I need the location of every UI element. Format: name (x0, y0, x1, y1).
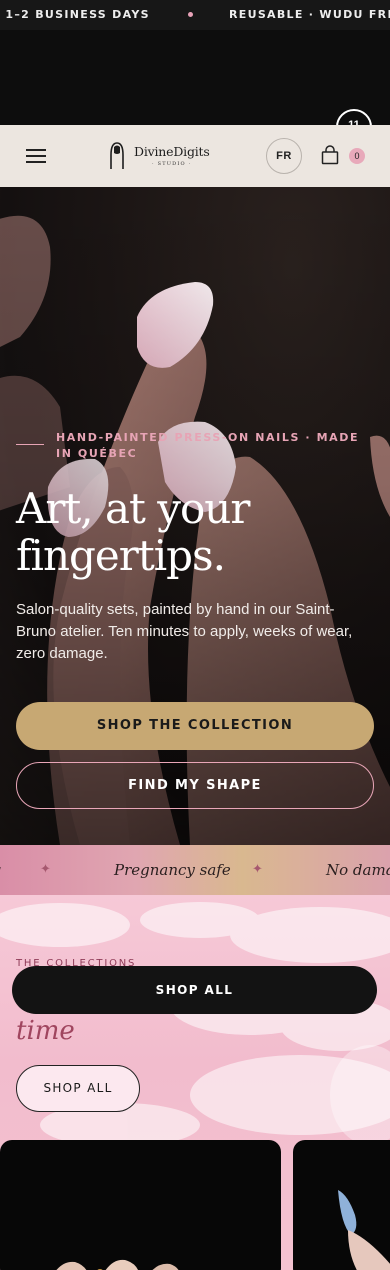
brand-logo[interactable]: DivineDigits · STUDIO · (108, 141, 218, 173)
shop-collection-button[interactable]: SHOP THE COLLECTION (16, 702, 374, 750)
collection-card[interactable] (0, 1140, 281, 1270)
announcement-bar: S IN 1–2 BUSINESS DAYS REUSABLE · WUDU F… (0, 0, 390, 30)
hero-eyebrow: HAND-PAINTED PRESS-ON NAILS · MADE IN QU… (56, 431, 360, 460)
hero-headline: Art, at your fingertips. (16, 484, 250, 580)
announcement-shipping-text: S IN 1–2 BUSINESS DAYS (0, 8, 150, 21)
cart-count-badge[interactable]: 0 (349, 148, 365, 164)
ribbon-item: Pregnancy safe (114, 861, 231, 879)
hero-subtext: Salon-quality sets, painted by hand in o… (16, 601, 353, 662)
shop-all-button[interactable]: SHOP ALL (16, 1065, 140, 1112)
announcement-separator-dot (188, 12, 193, 17)
sticky-shop-all-button[interactable]: SHOP ALL (12, 966, 377, 1014)
eyebrow-rule (16, 444, 44, 445)
announcement-spacer (0, 30, 390, 125)
shopping-bag-icon[interactable] (321, 145, 339, 165)
site-header: DivineDigits · STUDIO · FR 0 (0, 125, 390, 187)
find-my-shape-button[interactable]: FIND MY SHAPE (16, 762, 374, 809)
ribbon-item: No damag (326, 861, 390, 879)
collections-title: time (16, 1016, 75, 1046)
sparkle-icon: ✦ (40, 862, 51, 877)
hero-section: HAND-PAINTED PRESS-ON NAILS · MADE IN QU… (0, 187, 390, 845)
menu-icon[interactable] (26, 149, 46, 163)
collection-card-image (338, 1190, 390, 1270)
sparkle-icon: ✦ (252, 862, 263, 877)
collection-card-image (56, 1259, 179, 1270)
collections-section: THE COLLECTIONS time SHOP ALL (0, 895, 390, 1270)
benefits-ribbon: y ✦ Pregnancy safe ✦ No damag (0, 845, 390, 895)
collection-card[interactable] (293, 1140, 390, 1270)
announcement-reusable-text: REUSABLE · WUDU FRIEND (229, 8, 390, 21)
brand-subtitle: · STUDIO · (152, 161, 192, 167)
language-toggle-button[interactable]: FR (266, 138, 302, 174)
brand-logo-mark-icon (110, 142, 124, 169)
brand-name: DivineDigits (134, 144, 210, 159)
